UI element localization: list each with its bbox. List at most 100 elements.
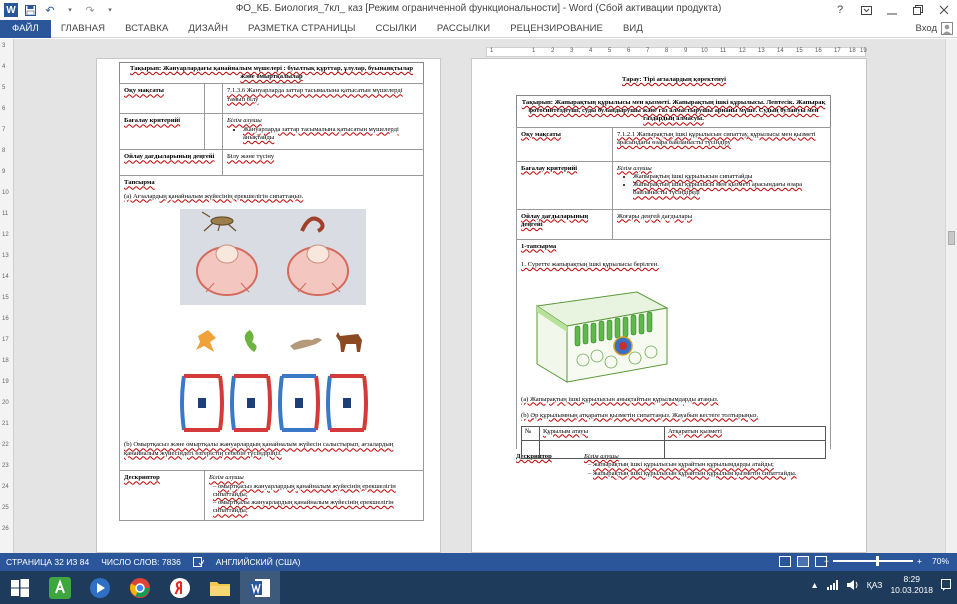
left-row-value: Білім алушы Жануарларда заттар тасымалын… [222,113,424,151]
taskbar-media-player[interactable] [80,571,120,604]
ruler-number: 24 [2,484,9,490]
page-right[interactable]: Тарау: Тірі ағзалардың қоректенуі Тақыры… [471,58,867,553]
table-header: № [521,425,540,441]
tab-home[interactable]: ГЛАВНАЯ [51,20,115,38]
ruler-number: 25 [2,505,9,511]
table-cell[interactable] [521,439,540,459]
language-indicator[interactable]: АНГЛИЙСКИЙ (США) [210,557,307,567]
ribbon-display-icon[interactable] [853,0,879,20]
ruler-number: 4 [589,48,593,54]
task-title: Тапсырма [124,179,155,187]
word-count[interactable]: ЧИСЛО СЛОВ: 7836 [95,557,187,567]
answer-table[interactable]: № Құрылым атауы Атқаратын қызметі [521,425,826,459]
zoom-slider-knob[interactable] [876,556,880,566]
input-language[interactable]: ҚАЗ [867,580,883,590]
right-section-title: Тарау: Тірі ағзалардың қоректенуі [622,76,726,83]
notifications-icon[interactable] [941,578,951,591]
left-row-value: Білу және түсіну [222,149,424,177]
chevron-down-icon[interactable]: ▾ [62,2,78,18]
taskbar-explorer[interactable] [200,571,240,604]
print-layout-icon[interactable] [797,556,809,567]
network-icon[interactable] [826,579,839,590]
tab-design[interactable]: ДИЗАЙН [178,20,238,38]
redo-icon[interactable]: ↷ [82,2,98,18]
customize-qat-icon[interactable]: ▾ [102,2,118,18]
task-b: (b) Омыртқасыз және омыртқалы жануарлард… [124,441,394,457]
left-row-label: Ойлау дағдыларының деңгейі [119,149,223,177]
read-mode-icon[interactable] [779,556,791,567]
right-row-value: 7.1.2.1 Жапырақтың ішкі құрылысын сипатт… [612,126,831,162]
vertical-scrollbar[interactable] [945,39,957,553]
taskbar-word[interactable] [240,571,280,604]
tab-page-layout[interactable]: РАЗМЕТКА СТРАНИЦЫ [238,20,365,38]
tab-review[interactable]: РЕЦЕНЗИРОВАНИЕ [500,20,613,38]
table-cell[interactable] [539,439,665,459]
table-row: Ойлау дағдыларының деңгейі Білу және түс… [119,149,424,177]
tab-view[interactable]: ВИД [613,20,653,38]
task-a: (a) Жапырақтың ішкі құрылысын анықтайтын… [521,395,719,403]
table-cell[interactable] [664,439,826,459]
page-count[interactable]: СТРАНИЦА 32 ИЗ 84 [0,557,95,567]
ruler-number: 15 [796,48,803,54]
tab-file[interactable]: ФАЙЛ [0,19,51,38]
left-topic: Тақырып: Жануарлардағы қанайналым мүшеле… [119,62,424,84]
ribbon-tabs: ФАЙЛ ГЛАВНАЯ ВСТАВКА ДИЗАЙН РАЗМЕТКА СТР… [0,19,957,38]
chrome-icon [130,577,150,598]
left-row-label: Бағалау критерийі [119,113,205,151]
ruler-number: 3 [570,48,574,54]
ruler-number: 7 [646,48,650,54]
tab-mailings[interactable]: РАССЫЛКИ [427,20,500,38]
help-button[interactable]: ? [827,0,853,20]
zoom-slider[interactable] [833,556,914,566]
clock[interactable]: 8:29 10.03.2018 [890,574,933,595]
minimize-icon[interactable] [879,0,905,20]
ruler-number: 19 [2,379,9,385]
word-icon [250,578,270,597]
list-item: Жапырақтың ішкі құрылысын сипаттайды [633,173,826,181]
volume-icon[interactable] [846,579,859,590]
user-icon[interactable] [941,22,953,35]
taskbar-chrome[interactable] [120,571,160,604]
value-title: Білім алушы [227,117,262,125]
title-bar: W ↶ ▾ ↷ ▾ ФО_КБ. Биология_7кл_ каз [Режи… [0,0,957,20]
zoom-level[interactable]: 70% [932,556,949,566]
folder-icon [210,581,230,596]
close-icon[interactable] [931,0,957,20]
scrollbar-thumb[interactable] [948,231,955,245]
login-link[interactable]: Вход [916,23,938,34]
word-logo-icon[interactable]: W [4,3,18,17]
clock-date: 10.03.2018 [890,584,933,595]
left-topic-text: Тақырып: Жануарлардағы қанайналым мүшеле… [129,65,414,81]
document-area: 3 4 5 6 7 8 9 10 11 12 13 14 15 16 17 18… [0,39,957,553]
ruler-number: 7 [2,127,6,133]
vertical-ruler: 3 4 5 6 7 8 9 10 11 12 13 14 15 16 17 18… [0,39,14,553]
tab-references[interactable]: ССЫЛКИ [366,20,427,38]
page-left[interactable]: Тақырып: Жануарлардағы қанайналым мүшеле… [96,58,441,553]
task-cell: 1-тапсырма 1. Суретте жапырақтың ішкі құ… [516,238,831,459]
descriptor-item: – омыртқасыз жануарлардың қанайналым жүй… [213,482,396,498]
restore-icon[interactable] [905,0,931,20]
save-icon[interactable] [22,2,38,18]
right-content: Тақырып: Жапырақтың құрылысы мен қызметі… [516,95,831,478]
window-title: ФО_КБ. Биология_7кл_ каз [Режим ограниче… [235,3,722,14]
tab-insert[interactable]: ВСТАВКА [115,20,178,38]
list-item: Жануарларда заттар тасымалына қатысатын … [243,126,419,142]
descriptor-item: – омыртқалы жануарлардың қанайналым жүйе… [213,499,394,515]
zoom-out-button[interactable]: − [824,556,829,566]
value-title: Білім алушы [617,164,652,172]
ruler-number: 1 [490,48,494,54]
table-cell [204,113,223,151]
ruler-number: 9 [684,48,688,54]
ruler-number: 13 [758,48,765,54]
taskbar-app-green[interactable] [40,571,80,604]
taskbar-yandex[interactable] [160,571,200,604]
tray-overflow-icon[interactable]: ▲ [810,580,818,590]
start-button[interactable] [0,571,40,604]
table-row: Дескриптор Білім алушы – омыртқасыз жану… [119,470,424,522]
zoom-in-button[interactable]: + [917,556,922,566]
ruler-number: 17 [834,48,841,54]
proofing-icon[interactable] [187,557,210,567]
horizontal-ruler: 1 1 2 3 4 5 6 7 8 9 10 11 12 13 14 15 16… [486,47,867,57]
left-row-label: Оқу мақсаты [119,83,205,115]
undo-icon[interactable]: ↶ [42,2,58,18]
